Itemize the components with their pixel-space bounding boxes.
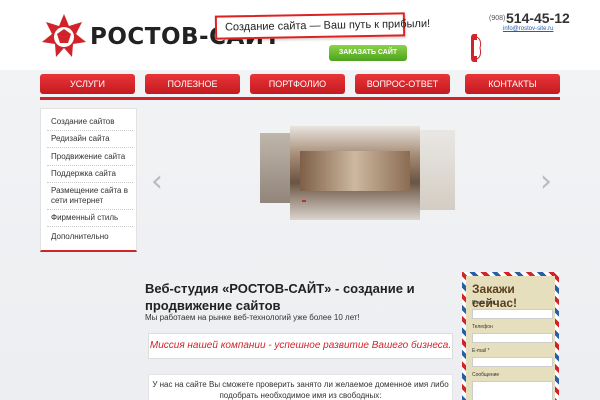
phone-number: 514-45-12	[506, 10, 570, 26]
slider-next-arrow-icon[interactable]: ›	[540, 162, 552, 202]
nav-item-useful[interactable]: ПОЛЕЗНОЕ	[145, 74, 240, 94]
nav-divider	[40, 97, 560, 100]
email-link[interactable]: info@rostov-site.ru	[503, 26, 553, 32]
slogan: Создание сайта — Ваш путь к прибыли!	[214, 12, 430, 40]
sidebar-divider	[47, 147, 133, 148]
logo-icon[interactable]	[40, 12, 88, 60]
sidebar-divider	[47, 165, 133, 166]
email-field[interactable]	[472, 357, 553, 367]
nav-item-portfolio[interactable]: ПОРТФОЛИО	[250, 74, 345, 94]
sidebar-item-additional[interactable]: Дополнительно	[47, 232, 133, 242]
name-label: Ваше имя *	[472, 300, 499, 306]
sidebar-menu: Создание сайтов Редизайн сайта Продвижен…	[40, 108, 137, 252]
nav-item-faq[interactable]: ВОПРОС-ОТВЕТ	[355, 74, 450, 94]
page-title: Веб-студия «РОСТОВ-САЙТ» - создание и пр…	[145, 281, 415, 313]
page-subtitle: Мы работаем на рынке веб-технологий уже …	[145, 313, 360, 322]
sidebar-item-create[interactable]: Создание сайтов	[47, 117, 133, 127]
phone-handset-icon	[471, 34, 482, 62]
message-field[interactable]	[472, 381, 553, 400]
domain-check-text: У нас на сайте Вы сможете проверить заня…	[148, 374, 453, 400]
nav-item-contacts[interactable]: КОНТАКТЫ	[465, 74, 560, 94]
message-label: Сообщение	[472, 372, 500, 378]
nav-item-services[interactable]: УСЛУГИ	[40, 74, 135, 94]
mission-statement: Миссия нашей компании - успешное развити…	[148, 333, 453, 359]
slide-image-current[interactable]	[290, 126, 420, 220]
sidebar-divider	[47, 226, 133, 227]
order-form: Закажи сейчас! Ваше имя * Телефон E-mail…	[462, 272, 559, 400]
sidebar-item-redesign[interactable]: Редизайн сайта	[47, 134, 133, 144]
portfolio-slider: ‹ ›	[145, 108, 560, 252]
sidebar-item-support[interactable]: Поддержка сайта	[47, 169, 133, 179]
phone-prefix: (908)	[489, 15, 506, 22]
email-label: E-mail *	[472, 348, 490, 354]
main-nav: УСЛУГИ ПОЛЕЗНОЕ ПОРТФОЛИО ВОПРОС-ОТВЕТ К…	[40, 74, 560, 94]
sidebar-item-promotion[interactable]: Продвижение сайта	[47, 152, 133, 162]
sidebar-divider	[47, 209, 133, 210]
sidebar-divider	[47, 130, 133, 131]
slide-caption-strip	[302, 200, 306, 202]
slide-image-content	[300, 151, 410, 191]
phone-field[interactable]	[472, 333, 553, 343]
sidebar-item-hosting[interactable]: Размещение сайта в сети интернет	[47, 186, 133, 206]
sidebar-divider	[47, 182, 133, 183]
order-site-button[interactable]: ЗАКАЗАТЬ САЙТ	[329, 45, 407, 61]
sidebar-item-branding[interactable]: Фирменный стиль	[47, 213, 133, 223]
name-field[interactable]	[472, 309, 553, 319]
slide-image-next[interactable]	[415, 130, 455, 210]
slider-prev-arrow-icon[interactable]: ‹	[151, 162, 163, 202]
phone-label: Телефон	[472, 324, 493, 330]
